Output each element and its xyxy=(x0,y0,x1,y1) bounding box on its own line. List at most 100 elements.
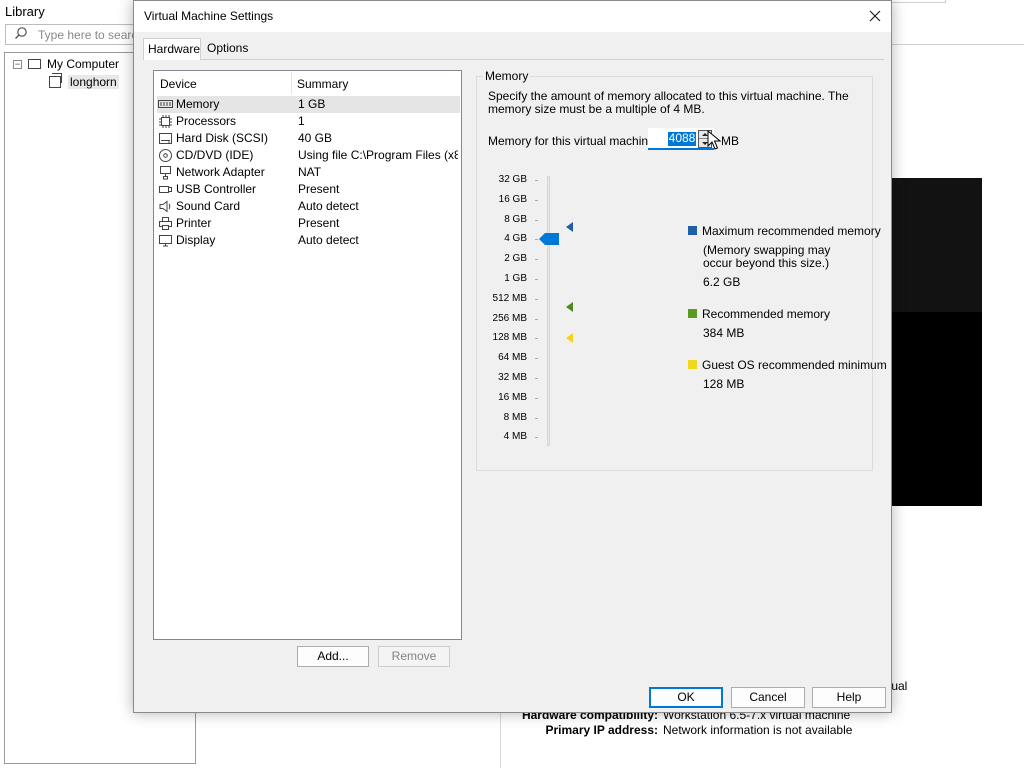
device-name: Printer xyxy=(176,216,212,230)
vm-preview-thumbnail[interactable] xyxy=(890,178,982,506)
device-summary: 40 GB xyxy=(298,131,333,145)
legend-note: occur beyond this size.) xyxy=(703,256,830,270)
tab-hardware[interactable]: Hardware xyxy=(143,38,201,60)
device-name: Network Adapter xyxy=(176,165,265,179)
legend-swatch-guest-min xyxy=(688,360,697,369)
memory-group: Memory Specify the amount of memory allo… xyxy=(476,69,887,471)
device-row-network-adapter[interactable]: Network Adapter NAT xyxy=(157,164,460,181)
device-summary: Present xyxy=(298,216,340,230)
device-name: Processors xyxy=(176,114,237,128)
column-divider[interactable] xyxy=(291,72,292,94)
mouse-cursor-icon xyxy=(707,130,721,150)
memory-scale-tick xyxy=(535,199,538,201)
memory-scale-label: 32 GB xyxy=(498,174,527,185)
memory-slider-track[interactable] xyxy=(547,176,550,446)
memory-scale-label: 4 MB xyxy=(503,431,527,443)
cancel-button[interactable]: Cancel xyxy=(731,687,805,708)
ok-button[interactable]: OK xyxy=(649,687,723,708)
device-name: Display xyxy=(176,233,216,247)
device-row-display[interactable]: Display Auto detect xyxy=(157,232,460,249)
memory-scale-label: 8 MB xyxy=(503,411,527,423)
memory-scale-tick xyxy=(535,358,538,360)
background-separator xyxy=(500,712,501,768)
device-summary: Auto detect xyxy=(298,199,359,213)
cd-dvd-icon xyxy=(158,148,173,163)
device-row-memory[interactable]: Memory 1 GB xyxy=(157,96,460,113)
sound-card-icon xyxy=(158,199,173,214)
legend-title: Maximum recommended memory xyxy=(702,224,881,238)
memory-field-label: Memory for this virtual machine: xyxy=(488,134,659,148)
background-divider xyxy=(890,44,1024,45)
device-summary: Using file C:\Program Files (x8... xyxy=(298,148,458,162)
help-button[interactable]: Help xyxy=(812,687,886,708)
memory-scale-tick xyxy=(535,298,538,300)
computer-icon xyxy=(28,58,41,69)
marker-recommended-icon xyxy=(566,302,573,313)
legend-value: 6.2 GB xyxy=(703,275,741,289)
collapse-toggle[interactable]: − xyxy=(13,60,22,70)
memory-scale-label: 2 GB xyxy=(504,253,527,265)
device-name: CD/DVD (IDE) xyxy=(176,148,254,162)
close-icon xyxy=(869,10,881,22)
memory-scale-tick xyxy=(535,417,538,419)
device-name: Memory xyxy=(176,97,220,111)
memory-scale-tick xyxy=(535,259,538,261)
column-header-device[interactable]: Device xyxy=(160,77,197,91)
memory-description: Specify the amount of memory allocated t… xyxy=(488,89,849,116)
legend-value: 384 MB xyxy=(703,326,745,340)
memory-scale-label: 32 MB xyxy=(498,372,527,383)
column-header-summary[interactable]: Summary xyxy=(297,77,348,91)
memory-scale-label: 1 GB xyxy=(504,273,527,284)
device-summary: Present xyxy=(298,182,340,196)
memory-scale-tick xyxy=(535,180,538,181)
memory-scale-label: 512 MB xyxy=(492,292,527,304)
device-row-sound-card[interactable]: Sound Card Auto detect xyxy=(157,198,460,215)
device-row-usb-controller[interactable]: USB Controller Present xyxy=(157,181,460,198)
virtual-machine-icon xyxy=(49,72,62,88)
memory-scale-tick xyxy=(535,397,538,399)
memory-scale-label: 4 GB xyxy=(504,233,527,245)
tree-item-my-computer[interactable]: − My Computer xyxy=(13,55,119,73)
memory-scale-tick xyxy=(535,239,538,241)
dialog-title: Virtual Machine Settings xyxy=(144,9,274,23)
memory-input-selected-text: 4088 xyxy=(668,131,696,145)
device-summary: NAT xyxy=(298,165,322,179)
legend-title: Guest OS recommended minimum xyxy=(702,358,887,372)
tree-item-label: longhorn xyxy=(68,75,119,89)
usb-icon xyxy=(158,182,173,197)
add-device-button[interactable]: Add... xyxy=(297,646,369,667)
device-list[interactable]: Device Summary Memory 1 GB Processors 1 Hard… xyxy=(153,70,462,640)
memory-slider-thumb[interactable] xyxy=(539,233,559,246)
detail-value: Network information is not available xyxy=(663,723,853,737)
memory-input-box[interactable]: 4088 xyxy=(648,128,714,150)
device-row-printer[interactable]: Printer Present xyxy=(157,215,460,232)
library-title: Library xyxy=(5,4,45,19)
tab-options[interactable]: Options xyxy=(203,38,257,59)
dialog-title-bar[interactable]: Virtual Machine Settings xyxy=(134,1,891,32)
device-name: Sound Card xyxy=(176,199,241,213)
tree-item-label: My Computer xyxy=(47,57,120,71)
memory-scale-label: 128 MB xyxy=(492,332,527,344)
memory-scale-tick xyxy=(535,437,538,439)
device-name: USB Controller xyxy=(176,182,257,196)
close-button[interactable] xyxy=(859,1,891,32)
legend-swatch-max xyxy=(688,226,697,235)
memory-scale-label: 8 GB xyxy=(504,213,527,225)
device-row-processors[interactable]: Processors 1 xyxy=(157,113,460,130)
memory-scale-tick xyxy=(535,279,538,280)
memory-scale-tick xyxy=(535,219,538,221)
printer-icon xyxy=(158,216,173,231)
detail-row-primary-ip: Primary IP address: Network information … xyxy=(502,723,1024,738)
device-row-hard-disk-scsi[interactable]: Hard Disk (SCSI) 40 GB xyxy=(157,130,460,147)
marker-max-icon xyxy=(566,221,573,232)
memory-scale-label: 256 MB xyxy=(492,312,527,324)
device-row-cd-dvd-ide[interactable]: CD/DVD (IDE) Using file C:\Program Files … xyxy=(157,147,460,164)
device-list-header: Device Summary xyxy=(154,71,461,95)
memory-scale-tick xyxy=(535,338,538,340)
legend-swatch-recommended xyxy=(688,309,697,318)
legend-title: Recommended memory xyxy=(702,307,831,321)
vm-details: Hardware compatibility: Workstation 6.5-… xyxy=(502,708,1024,768)
tree-item-longhorn[interactable]: longhorn xyxy=(49,72,119,91)
legend-value: 128 MB xyxy=(703,377,745,391)
remove-device-button[interactable]: Remove xyxy=(378,646,450,667)
